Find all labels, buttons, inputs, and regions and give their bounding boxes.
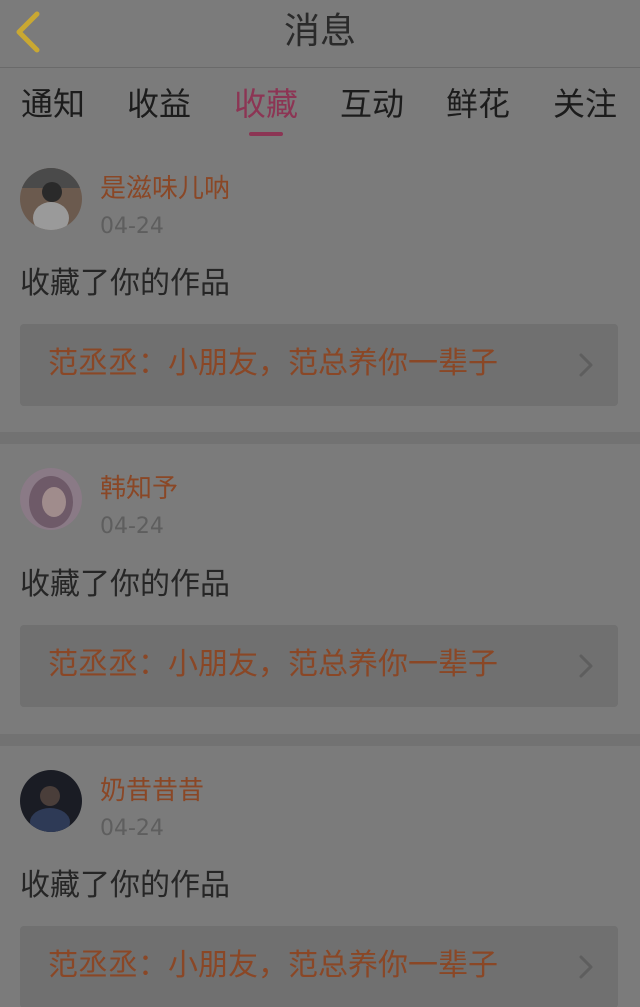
tab-notifications[interactable]: 通知 — [8, 82, 98, 126]
avatar[interactable] — [20, 468, 82, 530]
tab-bar: 通知 收益 收藏 互动 鲜花 关注 — [0, 68, 640, 140]
avatar[interactable] — [20, 168, 82, 230]
work-link[interactable]: 范丞丞：小朋友，范总养你一辈子 — [20, 324, 618, 406]
message-date: 04-24 — [100, 514, 164, 539]
work-title: 范丞丞：小朋友，范总养你一辈子 — [48, 647, 498, 682]
message-date: 04-24 — [100, 816, 164, 841]
tab-earnings[interactable]: 收益 — [114, 82, 204, 126]
chevron-right-icon — [579, 654, 593, 678]
tab-follows[interactable]: 关注 — [540, 82, 630, 126]
work-link[interactable]: 范丞丞：小朋友，范总养你一辈子 — [20, 625, 618, 707]
page-title: 消息 — [283, 11, 356, 52]
divider — [0, 734, 640, 746]
work-title: 范丞丞：小朋友，范总养你一辈子 — [48, 346, 498, 381]
username[interactable]: 奶昔昔昔 — [100, 775, 204, 807]
message-action: 收藏了你的作品 — [20, 266, 230, 301]
username[interactable]: 是滋味儿呐 — [100, 173, 230, 205]
work-link[interactable]: 范丞丞：小朋友，范总养你一辈子 — [20, 926, 618, 1007]
active-tab-indicator — [249, 132, 283, 136]
message-card: 奶昔昔昔 04-24 收藏了你的作品 范丞丞：小朋友，范总养你一辈子 — [0, 746, 640, 1007]
divider — [0, 432, 640, 444]
username[interactable]: 韩知予 — [100, 473, 178, 505]
message-card: 韩知予 04-24 收藏了你的作品 范丞丞：小朋友，范总养你一辈子 — [0, 444, 640, 736]
header-bar: 消息 — [0, 0, 640, 68]
chevron-right-icon — [579, 353, 593, 377]
work-title: 范丞丞：小朋友，范总养你一辈子 — [48, 948, 498, 983]
tab-favorites[interactable]: 收藏 — [221, 82, 311, 126]
message-action: 收藏了你的作品 — [20, 868, 230, 903]
message-action: 收藏了你的作品 — [20, 567, 230, 602]
avatar[interactable] — [20, 770, 82, 832]
chevron-right-icon — [579, 955, 593, 979]
tab-interactions[interactable]: 互动 — [327, 82, 417, 126]
tab-flowers[interactable]: 鲜花 — [433, 82, 523, 126]
message-date: 04-24 — [100, 214, 164, 239]
message-card: 是滋味儿呐 04-24 收藏了你的作品 范丞丞：小朋友，范总养你一辈子 — [0, 140, 640, 432]
